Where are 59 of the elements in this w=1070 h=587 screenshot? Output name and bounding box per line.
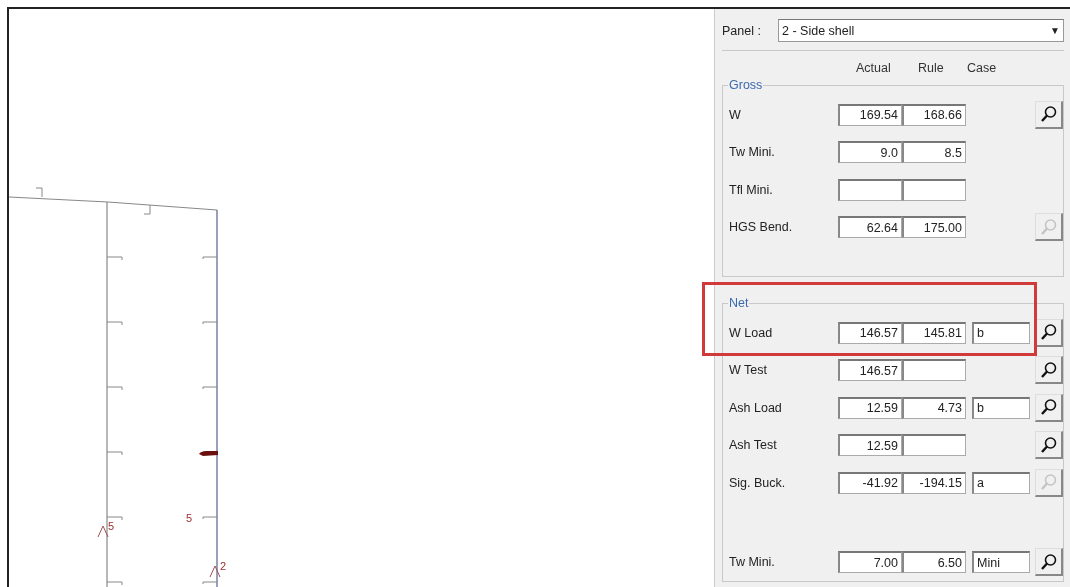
frame-label: 5 xyxy=(186,512,193,524)
row-label: Sig. Buck. xyxy=(729,475,787,490)
actual-field[interactable]: 9.0 xyxy=(838,141,902,164)
row-label: W Test xyxy=(729,363,768,378)
row-label: Tw Mini. xyxy=(729,555,776,570)
rule-field[interactable]: 8.5 xyxy=(902,141,966,164)
case-field[interactable]: Mini xyxy=(972,551,1030,574)
rule-field[interactable]: 145.81 xyxy=(902,321,966,344)
row-label: HGS Bend. xyxy=(729,220,794,235)
actual-field[interactable]: 169.54 xyxy=(838,103,902,126)
case-field[interactable]: b xyxy=(972,396,1030,419)
row-label: Tfl Mini. xyxy=(729,182,774,197)
row-label: Tw Mini. xyxy=(729,145,776,160)
rule-field[interactable] xyxy=(902,359,966,382)
rule-field[interactable]: 175.00 xyxy=(902,216,966,239)
search-icon xyxy=(1039,105,1058,124)
row-label: W Load xyxy=(729,325,774,340)
case-field[interactable]: b xyxy=(972,321,1030,344)
row-label: W xyxy=(729,107,742,122)
actual-field[interactable]: 7.00 xyxy=(838,551,902,574)
search-icon xyxy=(1039,323,1058,342)
panel-dropdown[interactable]: 2 - Side shell ▼ xyxy=(778,19,1064,42)
actual-field[interactable]: 62.64 xyxy=(838,216,902,239)
search-button[interactable] xyxy=(1035,548,1063,577)
actual-field[interactable]: 146.57 xyxy=(838,321,902,344)
actual-field[interactable] xyxy=(838,178,902,201)
actual-field[interactable]: 12.59 xyxy=(838,396,902,419)
search-button[interactable] xyxy=(1035,100,1063,129)
search-button[interactable] xyxy=(1035,431,1063,460)
row-label: Ash Test xyxy=(729,438,778,453)
column-heading: Case xyxy=(967,61,997,75)
dropdown-arrow-icon[interactable]: ▼ xyxy=(1047,25,1063,36)
column-heading: Actual xyxy=(856,61,891,75)
group-title: Gross xyxy=(728,78,764,92)
search-icon xyxy=(1039,473,1058,492)
case-field[interactable]: a xyxy=(972,471,1030,494)
rule-field[interactable]: 4.73 xyxy=(902,396,966,419)
frame-label: 5 xyxy=(108,520,115,532)
search-icon xyxy=(1039,217,1058,236)
search-icon xyxy=(1039,552,1058,571)
search-button[interactable] xyxy=(1035,356,1063,385)
rule-field[interactable]: 168.66 xyxy=(902,103,966,126)
column-heading: Rule xyxy=(918,61,944,75)
search-icon xyxy=(1039,398,1058,417)
search-button[interactable] xyxy=(1035,393,1063,422)
rule-field[interactable]: -194.15 xyxy=(902,471,966,494)
actual-field[interactable]: 146.57 xyxy=(838,359,902,382)
search-icon xyxy=(1039,435,1058,454)
rule-field[interactable]: 6.50 xyxy=(902,551,966,574)
frame-label: 2 xyxy=(220,560,227,572)
panel-label: Panel : xyxy=(722,23,762,38)
rule-field[interactable] xyxy=(902,178,966,201)
search-icon xyxy=(1039,360,1058,379)
rule-field[interactable] xyxy=(902,434,966,457)
row-label: Ash Load xyxy=(729,400,783,415)
search-button[interactable] xyxy=(1035,318,1063,347)
actual-field[interactable]: -41.92 xyxy=(838,471,902,494)
group-title: Net xyxy=(728,296,750,310)
actual-field[interactable]: 12.59 xyxy=(838,434,902,457)
